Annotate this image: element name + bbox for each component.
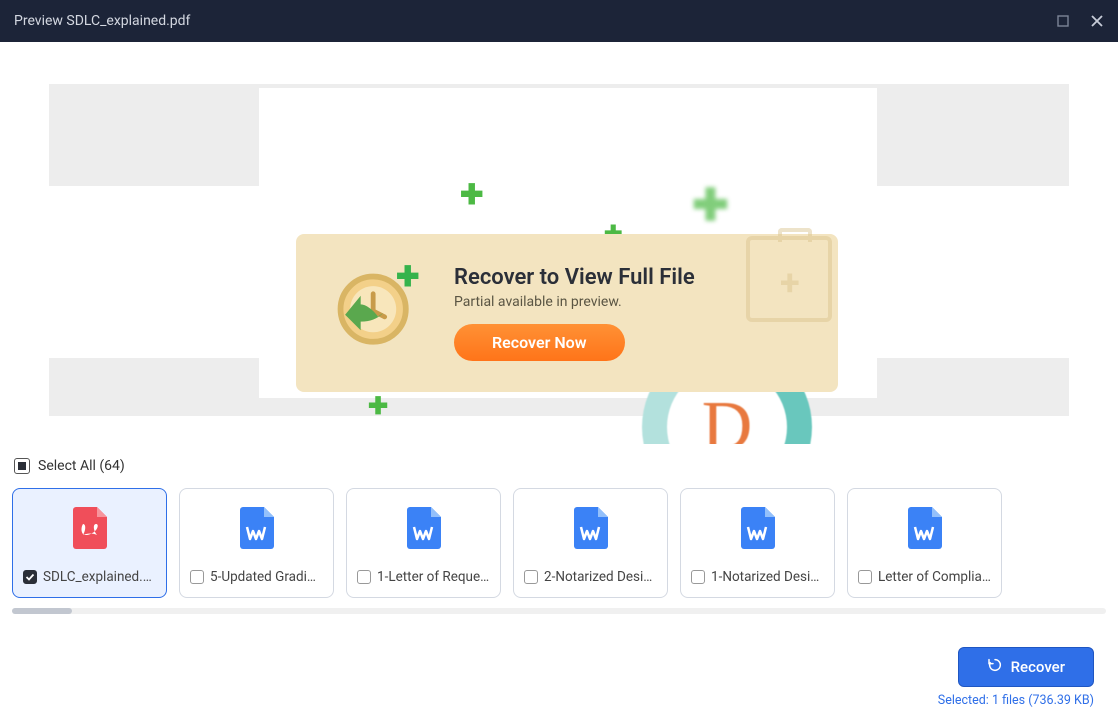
thumbnail-checkbox[interactable] bbox=[858, 570, 872, 584]
recover-panel: + ✚ Recover to View Full File Partial av… bbox=[296, 234, 838, 392]
file-thumbnail[interactable]: SDLC_explained.pdf bbox=[12, 488, 167, 598]
close-icon[interactable] bbox=[1090, 14, 1104, 28]
recover-button-label: Recover bbox=[1011, 658, 1065, 676]
select-all-row: Select All (64) bbox=[12, 444, 1106, 482]
pdf-file-icon bbox=[73, 507, 107, 549]
thumbnail-checkbox[interactable] bbox=[23, 570, 37, 584]
restore-icon bbox=[987, 657, 1003, 677]
thumbnail-filename: Letter of Complian... bbox=[878, 569, 991, 585]
thumbnail-label-row: Letter of Complian... bbox=[858, 569, 991, 585]
thumbnail-label-row: 2-Notarized Desig... bbox=[524, 569, 657, 585]
thumbnails-scroller[interactable]: SDLC_explained.pdf 5-Updated Gradin... 1-L… bbox=[12, 482, 1106, 614]
thumbnail-checkbox[interactable] bbox=[190, 570, 204, 584]
window-controls bbox=[1056, 14, 1104, 28]
thumbnail-filename: 2-Notarized Desig... bbox=[544, 569, 657, 585]
thumbnail-checkbox[interactable] bbox=[524, 570, 538, 584]
thumbnail-filename: 1-Letter of Request... bbox=[377, 569, 490, 585]
thumbnail-label-row: 1-Letter of Request... bbox=[357, 569, 490, 585]
thumbnail-label-row: 1-Notarized Desig... bbox=[691, 569, 824, 585]
thumbnail-label-row: 5-Updated Gradin... bbox=[190, 569, 323, 585]
word-file-icon bbox=[741, 507, 775, 549]
word-file-icon bbox=[240, 507, 274, 549]
window-title: Preview SDLC_explained.pdf bbox=[14, 13, 190, 29]
word-file-icon bbox=[908, 507, 942, 549]
recover-button[interactable]: Recover bbox=[958, 647, 1094, 687]
plus-icon: ✚ bbox=[460, 178, 483, 211]
thumbnail-checkbox[interactable] bbox=[691, 570, 705, 584]
file-thumbnail[interactable]: 1-Letter of Request... bbox=[346, 488, 501, 598]
thumbnail-filename: 5-Updated Gradin... bbox=[210, 569, 323, 585]
select-all-checkbox[interactable] bbox=[14, 458, 30, 474]
selection-status: Selected: 1 files (736.39 KB) bbox=[938, 693, 1094, 708]
file-thumbnail[interactable]: 5-Updated Gradin... bbox=[179, 488, 334, 598]
select-all-label: Select All (64) bbox=[38, 458, 125, 474]
file-thumbnail[interactable]: 1-Notarized Desig... bbox=[680, 488, 835, 598]
thumbnail-label-row: SDLC_explained.pdf bbox=[23, 569, 156, 585]
preview-area: D ✚ ✚ ✚ ✚ ✚ ✚ + ✚ Recover to View Full F… bbox=[12, 44, 1106, 444]
maximize-icon[interactable] bbox=[1056, 14, 1070, 28]
word-file-icon bbox=[574, 507, 608, 549]
scrollbar[interactable] bbox=[12, 608, 1106, 614]
titlebar: Preview SDLC_explained.pdf bbox=[0, 0, 1118, 42]
recover-now-button[interactable]: Recover Now bbox=[454, 324, 625, 361]
thumbnail-filename: SDLC_explained.pdf bbox=[43, 569, 156, 585]
plus-icon: ✚ bbox=[692, 179, 729, 231]
plus-icon: ✚ bbox=[368, 392, 388, 420]
thumbnail-checkbox[interactable] bbox=[357, 570, 371, 584]
file-thumbnail[interactable]: 2-Notarized Desig... bbox=[513, 488, 668, 598]
word-file-icon bbox=[407, 507, 441, 549]
file-thumbnail[interactable]: Letter of Complian... bbox=[847, 488, 1002, 598]
thumbnail-filename: 1-Notarized Desig... bbox=[711, 569, 824, 585]
clock-restore-icon: ✚ bbox=[324, 260, 430, 366]
medkit-icon: + bbox=[746, 236, 832, 322]
